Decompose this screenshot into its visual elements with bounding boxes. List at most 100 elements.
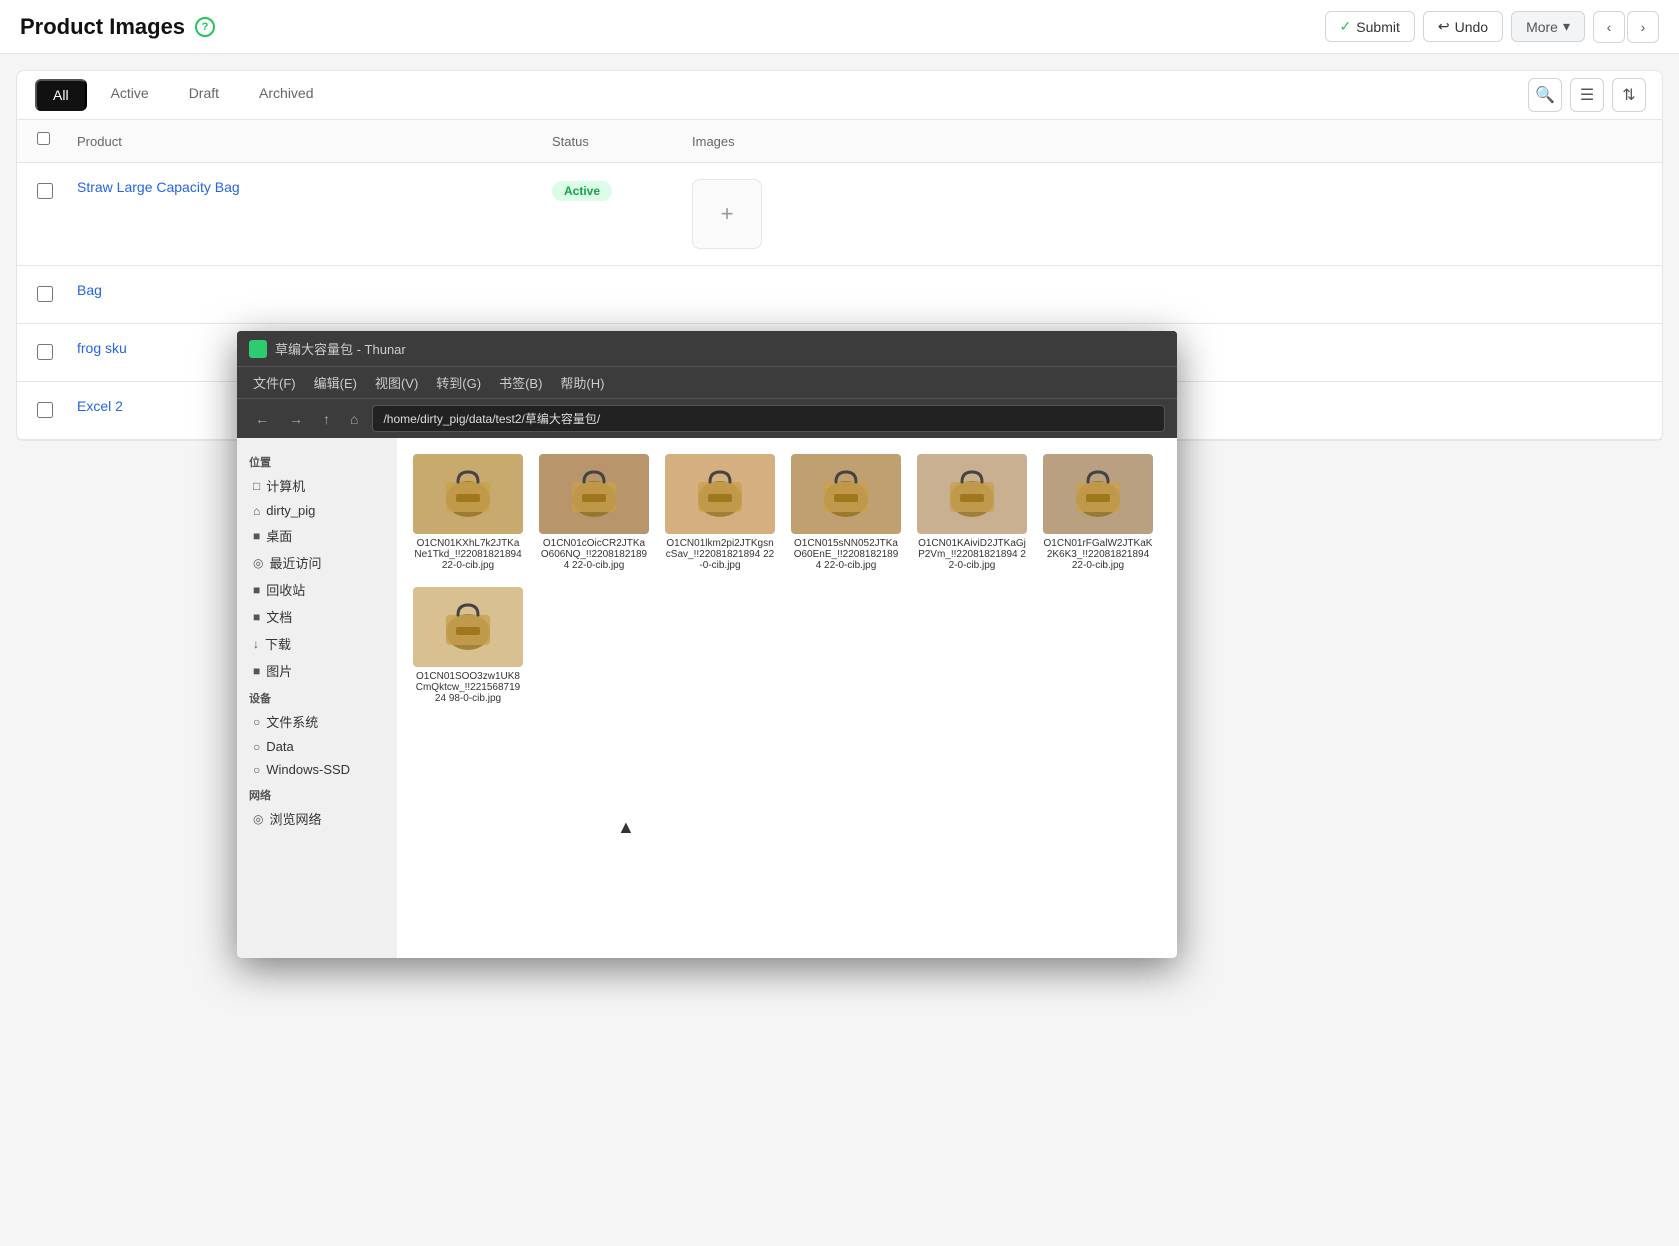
row-checkbox-col [37, 340, 77, 365]
help-icon[interactable]: ? [195, 17, 215, 37]
undo-button[interactable]: ↩ Undo [1423, 11, 1503, 42]
fm-forward-button[interactable]: → [283, 409, 309, 429]
product-cell: Straw Large Capacity Bag [77, 179, 552, 195]
sidebar-item-filesystem[interactable]: ○ 文件系统 [237, 708, 397, 735]
status-cell [552, 282, 692, 284]
product-link[interactable]: frog sku [77, 340, 127, 356]
submit-button[interactable]: ✓ Submit [1325, 11, 1415, 42]
sidebar-item-desktop[interactable]: ■ 桌面 [237, 522, 397, 549]
network-icon: ◎ [253, 812, 263, 826]
fm-file-name: O1CN01lkm2pi2JTKgsncSav_!!22081821894 22… [665, 538, 775, 571]
fm-sidebar: 位置 □ 计算机 ⌂ dirty_pig ■ 桌面 ◎ 最近访问 [237, 438, 397, 958]
fm-up-button[interactable]: ↑ [317, 409, 336, 429]
product-link[interactable]: Bag [77, 282, 102, 298]
fm-menu-edit[interactable]: 编辑(E) [314, 373, 357, 392]
sidebar-label: 计算机 [266, 476, 305, 495]
tab-active[interactable]: Active [93, 71, 167, 120]
row-checkbox-col [37, 398, 77, 423]
fm-file-thumbnail [917, 454, 1027, 534]
sidebar-label: Windows-SSD [266, 762, 350, 777]
fm-file-thumbnail [1043, 454, 1153, 534]
disk-icon: ○ [253, 715, 260, 729]
fm-file-item[interactable]: O1CN01KXhL7k2JTKaNe1Tkd_!!22081821894 22… [413, 454, 523, 571]
sidebar-item-browse-network[interactable]: ◎ 浏览网络 [237, 805, 397, 832]
recent-icon: ◎ [253, 556, 263, 570]
fm-menu-bookmarks[interactable]: 书签(B) [499, 373, 542, 392]
fm-file-item[interactable]: O1CN015sNN052JTKaO60EnE_!!22081821894 22… [791, 454, 901, 571]
row-checkbox[interactable] [37, 183, 53, 199]
fm-file-item[interactable]: O1CN01KAiviD2JTKaGjP2Vm_!!22081821894 22… [917, 454, 1027, 571]
search-icon: 🔍 [1535, 85, 1555, 105]
sidebar-item-data[interactable]: ○ Data [237, 735, 397, 758]
table-row: Straw Large Capacity Bag Active + [17, 163, 1662, 266]
fm-menubar: 文件(F) 编辑(E) 视图(V) 转到(G) 书签(B) 帮助(H) [237, 366, 1177, 398]
sidebar-label: 文档 [266, 607, 292, 626]
col-status-header: Status [552, 134, 692, 149]
sort-button[interactable]: ⇅ [1612, 78, 1646, 112]
fm-file-thumbnail [413, 454, 523, 534]
col-images-header: Images [692, 134, 1642, 149]
row-checkbox-col [37, 179, 77, 204]
header-right: ✓ Submit ↩ Undo More ▾ ‹ › [1325, 11, 1659, 43]
search-button[interactable]: 🔍 [1528, 78, 1562, 112]
filter-button[interactable]: ☰ [1570, 78, 1604, 112]
product-link[interactable]: Excel 2 [77, 398, 123, 414]
sidebar-label: 浏览网络 [269, 809, 321, 828]
sidebar-item-recent[interactable]: ◎ 最近访问 [237, 549, 397, 576]
col-product-header: Product [77, 134, 552, 149]
sidebar-item-pictures[interactable]: ■ 图片 [237, 657, 397, 684]
fm-file-item[interactable]: O1CN01cOicCR2JTKaO606NQ_!!22081821894 22… [539, 454, 649, 571]
check-icon: ✓ [1340, 18, 1352, 35]
trash-icon: ■ [253, 583, 260, 597]
tab-archived[interactable]: Archived [241, 71, 331, 120]
row-checkbox[interactable] [37, 344, 53, 360]
sidebar-item-dirty-pig[interactable]: ⌂ dirty_pig [237, 499, 397, 522]
fm-file-item[interactable]: O1CN01rFGalW2JTKaK2K6K3_!!22081821894 22… [1043, 454, 1153, 571]
fm-home-button[interactable]: ⌂ [344, 409, 364, 429]
next-arrow[interactable]: › [1627, 11, 1659, 43]
fm-back-button[interactable]: ← [249, 409, 275, 429]
fm-menu-view[interactable]: 视图(V) [375, 373, 418, 392]
fm-menu-file[interactable]: 文件(F) [253, 373, 296, 392]
select-all-checkbox[interactable] [37, 132, 50, 145]
tab-draft[interactable]: Draft [171, 71, 237, 120]
computer-icon: □ [253, 479, 260, 493]
sidebar-item-downloads[interactable]: ↓ 下载 [237, 630, 397, 657]
sidebar-label: 文件系统 [266, 712, 318, 731]
fm-file-name: O1CN015sNN052JTKaO60EnE_!!22081821894 22… [791, 538, 901, 571]
sidebar-item-windows-ssd[interactable]: ○ Windows-SSD [237, 758, 397, 781]
fm-menu-help[interactable]: 帮助(H) [560, 373, 604, 392]
sidebar-label: Data [266, 739, 293, 754]
sidebar-item-computer[interactable]: □ 计算机 [237, 472, 397, 499]
nav-arrows: ‹ › [1593, 11, 1659, 43]
row-checkbox[interactable] [37, 402, 53, 418]
table-row: Bag [17, 266, 1662, 324]
row-checkbox[interactable] [37, 286, 53, 302]
images-cell: + [692, 179, 1642, 249]
desktop-icon: ■ [253, 529, 260, 543]
prev-arrow[interactable]: ‹ [1593, 11, 1625, 43]
fm-path-bar[interactable]: /home/dirty_pig/data/test2/草编大容量包/ [372, 405, 1165, 432]
undo-icon: ↩ [1438, 18, 1450, 35]
fm-file-item[interactable]: O1CN01SOO3zw1UK8CmQktcw_!!22156871924 98… [413, 587, 523, 704]
tab-all[interactable]: All [35, 79, 87, 111]
disk-icon: ○ [253, 740, 260, 754]
sidebar-label: 下载 [265, 634, 291, 653]
disk-icon: ○ [253, 763, 260, 777]
fm-file-name: O1CN01KXhL7k2JTKaNe1Tkd_!!22081821894 22… [413, 538, 523, 571]
fm-titlebar: 草编大容量包 - Thunar [237, 331, 1177, 366]
sidebar-item-documents[interactable]: ■ 文档 [237, 603, 397, 630]
fm-menu-goto[interactable]: 转到(G) [436, 373, 481, 392]
fm-content: O1CN01KXhL7k2JTKaNe1Tkd_!!22081821894 22… [397, 438, 1177, 958]
product-link[interactable]: Straw Large Capacity Bag [77, 179, 240, 195]
fm-body: 位置 □ 计算机 ⌂ dirty_pig ■ 桌面 ◎ 最近访问 [237, 438, 1177, 958]
fm-file-thumbnail [791, 454, 901, 534]
tab-bar: All Active Draft Archived 🔍 ☰ ⇅ [17, 71, 1662, 120]
fm-title: 草编大容量包 - Thunar [275, 339, 406, 358]
fm-title-container: 草编大容量包 - Thunar [249, 339, 406, 358]
more-button[interactable]: More ▾ [1511, 11, 1585, 42]
add-image-button[interactable]: + [692, 179, 762, 249]
fm-file-item[interactable]: O1CN01lkm2pi2JTKgsncSav_!!22081821894 22… [665, 454, 775, 571]
fm-toolbar: ← → ↑ ⌂ /home/dirty_pig/data/test2/草编大容量… [237, 398, 1177, 438]
sidebar-item-trash[interactable]: ■ 回收站 [237, 576, 397, 603]
